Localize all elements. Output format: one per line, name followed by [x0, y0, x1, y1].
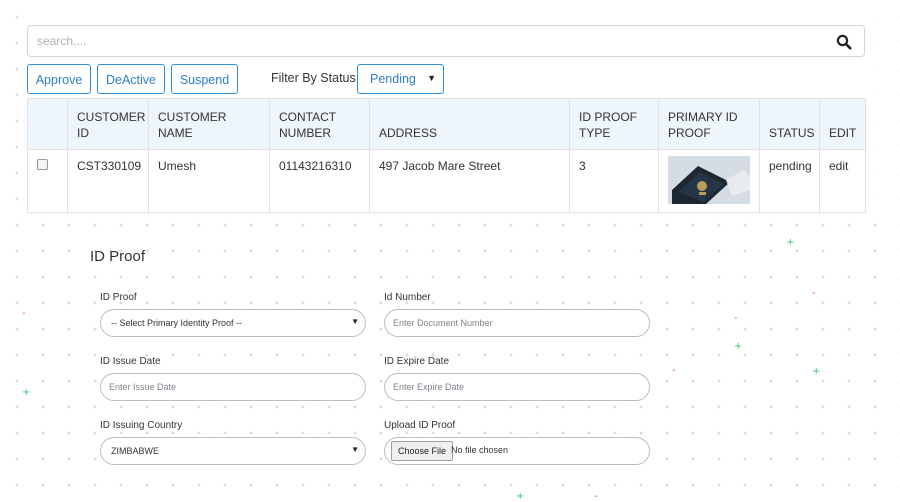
- decorative-dash: -: [672, 365, 676, 376]
- id-number-field[interactable]: [385, 310, 649, 336]
- column-header-contact-number: CONTACT NUMBER: [269, 98, 370, 150]
- id-proof-label: ID Proof: [100, 292, 137, 303]
- issuing-country-value: ZIMBABWE: [111, 446, 160, 456]
- issue-date-label: ID Issue Date: [100, 356, 161, 367]
- dropdown-caret-icon: ▼: [351, 445, 359, 454]
- search-bar: [27, 25, 865, 57]
- decorative-plus: +: [812, 366, 821, 377]
- search-input[interactable]: [28, 26, 828, 56]
- row-select-cell: [27, 149, 68, 213]
- column-header-edit: EDIT: [819, 98, 866, 150]
- id-proof-type-cell: 3: [569, 149, 659, 213]
- column-header-customer-name: CUSTOMER NAME: [148, 98, 270, 150]
- address-cell: 497 Jacob Mare Street: [369, 149, 570, 213]
- decorative-dash: -: [812, 288, 816, 299]
- upload-id-proof-label: Upload ID Proof: [384, 420, 456, 431]
- file-status-text: No file chosen: [451, 445, 509, 455]
- table-header-row: CUSTOMER ID CUSTOMER NAME CONTACT NUMBER…: [27, 98, 866, 150]
- filter-by-status-label: Filter By Status: [271, 71, 356, 85]
- column-header-id-proof-type: ID PROOF TYPE: [569, 98, 659, 150]
- row-checkbox[interactable]: [37, 159, 48, 170]
- decorative-dash: -: [734, 313, 738, 324]
- passport-photo-thumbnail[interactable]: [668, 156, 750, 204]
- decorative-plus: +: [734, 341, 743, 352]
- status-filter-select[interactable]: Pending ▼: [357, 64, 444, 94]
- expire-date-field[interactable]: [385, 374, 649, 400]
- form-title: ID Proof: [90, 248, 146, 265]
- table-row: CST330109 Umesh 01143216310 497 Jacob Ma…: [27, 149, 866, 213]
- issuing-country-label: ID Issuing Country: [100, 420, 183, 431]
- customer-admin-panel: Approve DeActive Suspend Filter By Statu…: [18, 14, 876, 221]
- decorative-plus: +: [22, 387, 31, 398]
- decorative-dash: -: [594, 491, 598, 502]
- decorative-plus: +: [516, 491, 525, 502]
- action-toolbar: Approve DeActive Suspend Filter By Statu…: [27, 64, 867, 94]
- dropdown-caret-icon: ▼: [427, 73, 436, 83]
- decorative-plus: +: [786, 237, 795, 248]
- dropdown-caret-icon: ▼: [351, 317, 359, 326]
- expire-date-label: ID Expire Date: [384, 356, 450, 367]
- column-header-address: ADDRESS: [369, 98, 570, 150]
- search-icon[interactable]: [836, 34, 852, 50]
- column-header-customer-id: CUSTOMER ID: [67, 98, 149, 150]
- id-proof-select[interactable]: -- Select Primary Identity Proof -- ▼: [100, 309, 366, 337]
- issue-date-field-wrapper: [100, 373, 366, 401]
- expire-date-field-wrapper: [384, 373, 650, 401]
- id-number-label: Id Number: [384, 292, 431, 303]
- id-proof-form: ID Proof ID Proof -- Select Primary Iden…: [90, 246, 670, 476]
- decorative-dash: -: [22, 308, 26, 319]
- primary-id-proof-cell: [658, 149, 760, 213]
- issue-date-field[interactable]: [101, 374, 365, 400]
- column-header-status: STATUS: [759, 98, 820, 150]
- status-filter-value: Pending: [370, 72, 416, 86]
- id-proof-select-value: -- Select Primary Identity Proof --: [111, 318, 243, 328]
- approve-button[interactable]: Approve: [27, 64, 91, 94]
- column-header-primary-id-proof: PRIMARY ID PROOF: [658, 98, 760, 150]
- upload-id-proof-field: Choose File No file chosen: [384, 437, 650, 465]
- customer-name-link[interactable]: Umesh: [148, 149, 270, 213]
- deactive-button[interactable]: DeActive: [97, 64, 165, 94]
- status-cell: pending: [759, 149, 820, 213]
- contact-number-cell: 01143216310: [269, 149, 370, 213]
- choose-file-button[interactable]: Choose File: [391, 441, 454, 461]
- id-number-field-wrapper: [384, 309, 650, 337]
- customer-table: CUSTOMER ID CUSTOMER NAME CONTACT NUMBER…: [27, 98, 866, 213]
- customer-id-cell: CST330109: [67, 149, 149, 213]
- suspend-button[interactable]: Suspend: [171, 64, 238, 94]
- select-column-header: [27, 98, 68, 150]
- issuing-country-select[interactable]: ZIMBABWE ▼: [100, 437, 366, 465]
- edit-link[interactable]: edit: [819, 149, 866, 213]
